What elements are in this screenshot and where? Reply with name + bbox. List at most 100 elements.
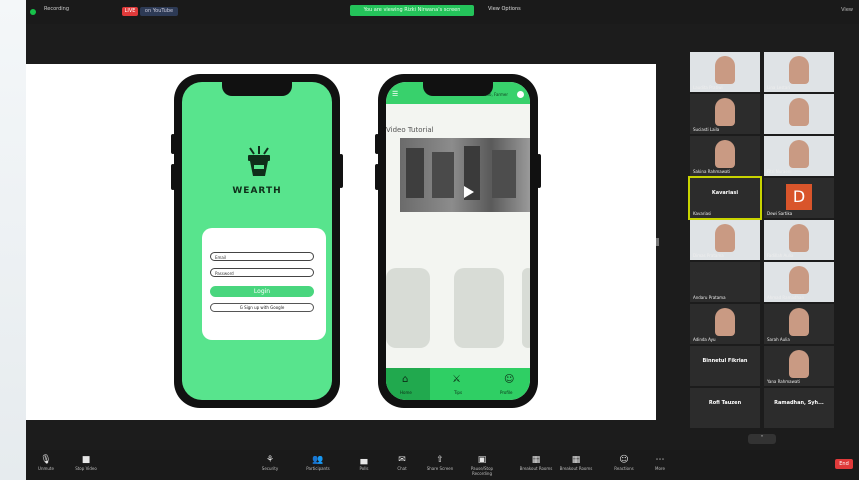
live-destination[interactable]: on YouTube	[140, 7, 178, 16]
nav-tips-label: Tips	[454, 390, 463, 395]
participant-name: Ahmad Ramadhan	[767, 295, 804, 300]
avatar[interactable]	[517, 91, 524, 98]
stop-video-icon: ■	[81, 455, 91, 465]
milk-glass-image[interactable]	[386, 268, 430, 348]
breakout-rooms-button-label: Breakout Rooms	[519, 466, 553, 471]
polls-button-label: Polls	[359, 466, 369, 471]
phone-side-button	[171, 164, 175, 190]
gallery-splitter[interactable]	[656, 238, 659, 246]
login-screen: WEARTH Email Password Login G Sign up wi…	[182, 82, 332, 400]
participant-tile[interactable]: Kavariasi Kavariasi	[688, 176, 762, 220]
participant-tile[interactable]: Yana Rahmawati	[764, 346, 834, 386]
more-button[interactable]: ⋯ More	[640, 454, 680, 471]
participant-name-large: Rofi Tauzen	[708, 400, 742, 406]
participants-button-label: Participants	[306, 466, 330, 471]
breakout-rooms-icon: ▦	[531, 455, 541, 465]
participant-tile[interactable]: Andaru Pratama	[690, 262, 760, 302]
recording-button-label: Pause/Stop Recording	[470, 466, 494, 476]
participant-tile[interactable]: Fitri Nuraeni	[764, 136, 834, 176]
participant-tile[interactable]: Sakina Rahmawati	[690, 136, 760, 176]
video-thumbnail[interactable]	[400, 138, 530, 212]
home-icon[interactable]: ⌂	[402, 374, 408, 385]
section-title: Video Tutorial	[386, 126, 434, 134]
participant-tile[interactable]: Dimas Pratama	[690, 220, 760, 260]
screen-share-banner: You are viewing Rizki Nirwana's screen	[350, 5, 474, 16]
participant-name: Dewi Sartika	[767, 211, 793, 216]
shared-screen: WEARTH Email Password Login G Sign up wi…	[26, 64, 656, 420]
participant-tile[interactable]: Adinda Ayu	[690, 304, 760, 344]
login-button[interactable]: Login	[210, 286, 314, 297]
recording-button[interactable]: ▣ Pause/Stop Recording	[462, 454, 502, 476]
reactions-button-label: Reactions	[614, 466, 634, 471]
participant-tile[interactable]: Ahmad Ramadhan	[764, 262, 834, 302]
participant-video	[715, 140, 735, 168]
breakout-rooms-2-icon: ▦	[571, 455, 581, 465]
participant-tile[interactable]: Laudita Pratiwi	[690, 52, 760, 92]
chat-icon: ✉	[398, 455, 406, 465]
breakout-rooms-button-2[interactable]: ▦ Breakout Rooms	[556, 454, 596, 471]
more-icon: ⋯	[655, 455, 665, 465]
participant-tile[interactable]: D Dewi Sartika	[764, 178, 834, 218]
end-meeting-button[interactable]: End	[835, 459, 853, 469]
participants-button[interactable]: 👥 Participants	[298, 454, 338, 471]
reactions-button[interactable]: ☺ Reactions	[604, 454, 644, 471]
participant-video	[789, 266, 809, 294]
phone-notch	[423, 82, 493, 96]
recording-icon: ▣	[477, 455, 487, 465]
phone-side-button	[171, 134, 175, 154]
participant-name: Laudita Pratiwi	[693, 85, 723, 90]
participant-name: Lina Lestari	[767, 85, 791, 90]
security-button[interactable]: ⚘ Security	[250, 454, 290, 471]
participant-name-large: Kavariasi	[711, 190, 739, 196]
share-screen-icon: ⇧	[436, 455, 444, 465]
live-badge[interactable]: LIVE	[122, 7, 138, 16]
participant-tile[interactable]: Ramadhan, Syh...	[764, 388, 834, 428]
home-screen: ☰ Hello, Farmer Video Tutorial ⌂ Home ⚔ …	[386, 82, 530, 400]
unmute-icon: 🎙	[40, 455, 52, 465]
reactions-icon: ☺	[619, 455, 629, 465]
menu-icon[interactable]: ☰	[392, 90, 398, 98]
view-button[interactable]: View	[841, 7, 853, 13]
recording-indicator[interactable]: Recording	[44, 6, 69, 12]
login-card: Email Password Login G Sign up with Goog…	[202, 228, 326, 340]
password-field[interactable]: Password	[210, 268, 314, 277]
participant-name: Suciasti Laila	[693, 127, 720, 132]
nav-home-label: Home	[400, 390, 412, 395]
participant-tile[interactable]: Binnetul Fikrian	[690, 346, 760, 386]
stop-video-button-label: Stop Video	[75, 466, 97, 471]
polls-icon: ▄	[360, 455, 368, 465]
chat-button-label: Chat	[397, 466, 407, 471]
participant-video	[715, 98, 735, 126]
participant-video	[789, 98, 809, 126]
share-screen-button[interactable]: ⇧ Share Screen	[420, 454, 460, 471]
participant-tile[interactable]: Sarah Aulia	[764, 304, 834, 344]
google-signup-button[interactable]: G Sign up with Google	[210, 303, 314, 312]
view-options-button[interactable]: View Options	[488, 6, 521, 12]
participant-tile[interactable]: Lina Lestari	[764, 52, 834, 92]
milk-product-image[interactable]	[522, 268, 530, 348]
stop-video-button[interactable]: ■ Stop Video	[66, 454, 106, 471]
phone-notch	[222, 82, 292, 96]
participant-tile[interactable]	[764, 94, 834, 134]
plant-pot-logo-icon	[248, 146, 270, 176]
email-field[interactable]: Email	[210, 252, 314, 261]
chat-button[interactable]: ✉ Chat	[382, 454, 422, 471]
gallery-collapse-button[interactable]: ˄	[748, 434, 776, 444]
zoom-meeting-window: Recording LIVE on YouTube You are viewin…	[26, 0, 859, 480]
milk-bottles-image[interactable]	[454, 268, 504, 348]
app-brand: WEARTH	[232, 186, 282, 196]
participant-tile[interactable]: Rofi Tauzen	[690, 388, 760, 428]
profile-icon[interactable]: ☺	[504, 374, 514, 385]
tips-icon[interactable]: ⚔	[452, 374, 461, 385]
cows-image	[406, 146, 516, 200]
participant-name: Kavariasi	[693, 211, 712, 216]
participant-video	[715, 308, 735, 336]
phone-mockup-home: ☰ Hello, Farmer Video Tutorial ⌂ Home ⚔ …	[375, 74, 541, 408]
participant-name: Yana Rahmawati	[767, 379, 801, 384]
polls-button[interactable]: ▄ Polls	[344, 454, 384, 471]
participant-tile[interactable]: Suciasti Laila	[690, 94, 760, 134]
participant-tile[interactable]: Fadillah Aulia	[764, 220, 834, 260]
unmute-button[interactable]: 🎙 Unmute	[26, 454, 66, 471]
play-icon[interactable]	[464, 186, 474, 198]
breakout-rooms-button[interactable]: ▦ Breakout Rooms	[516, 454, 556, 471]
